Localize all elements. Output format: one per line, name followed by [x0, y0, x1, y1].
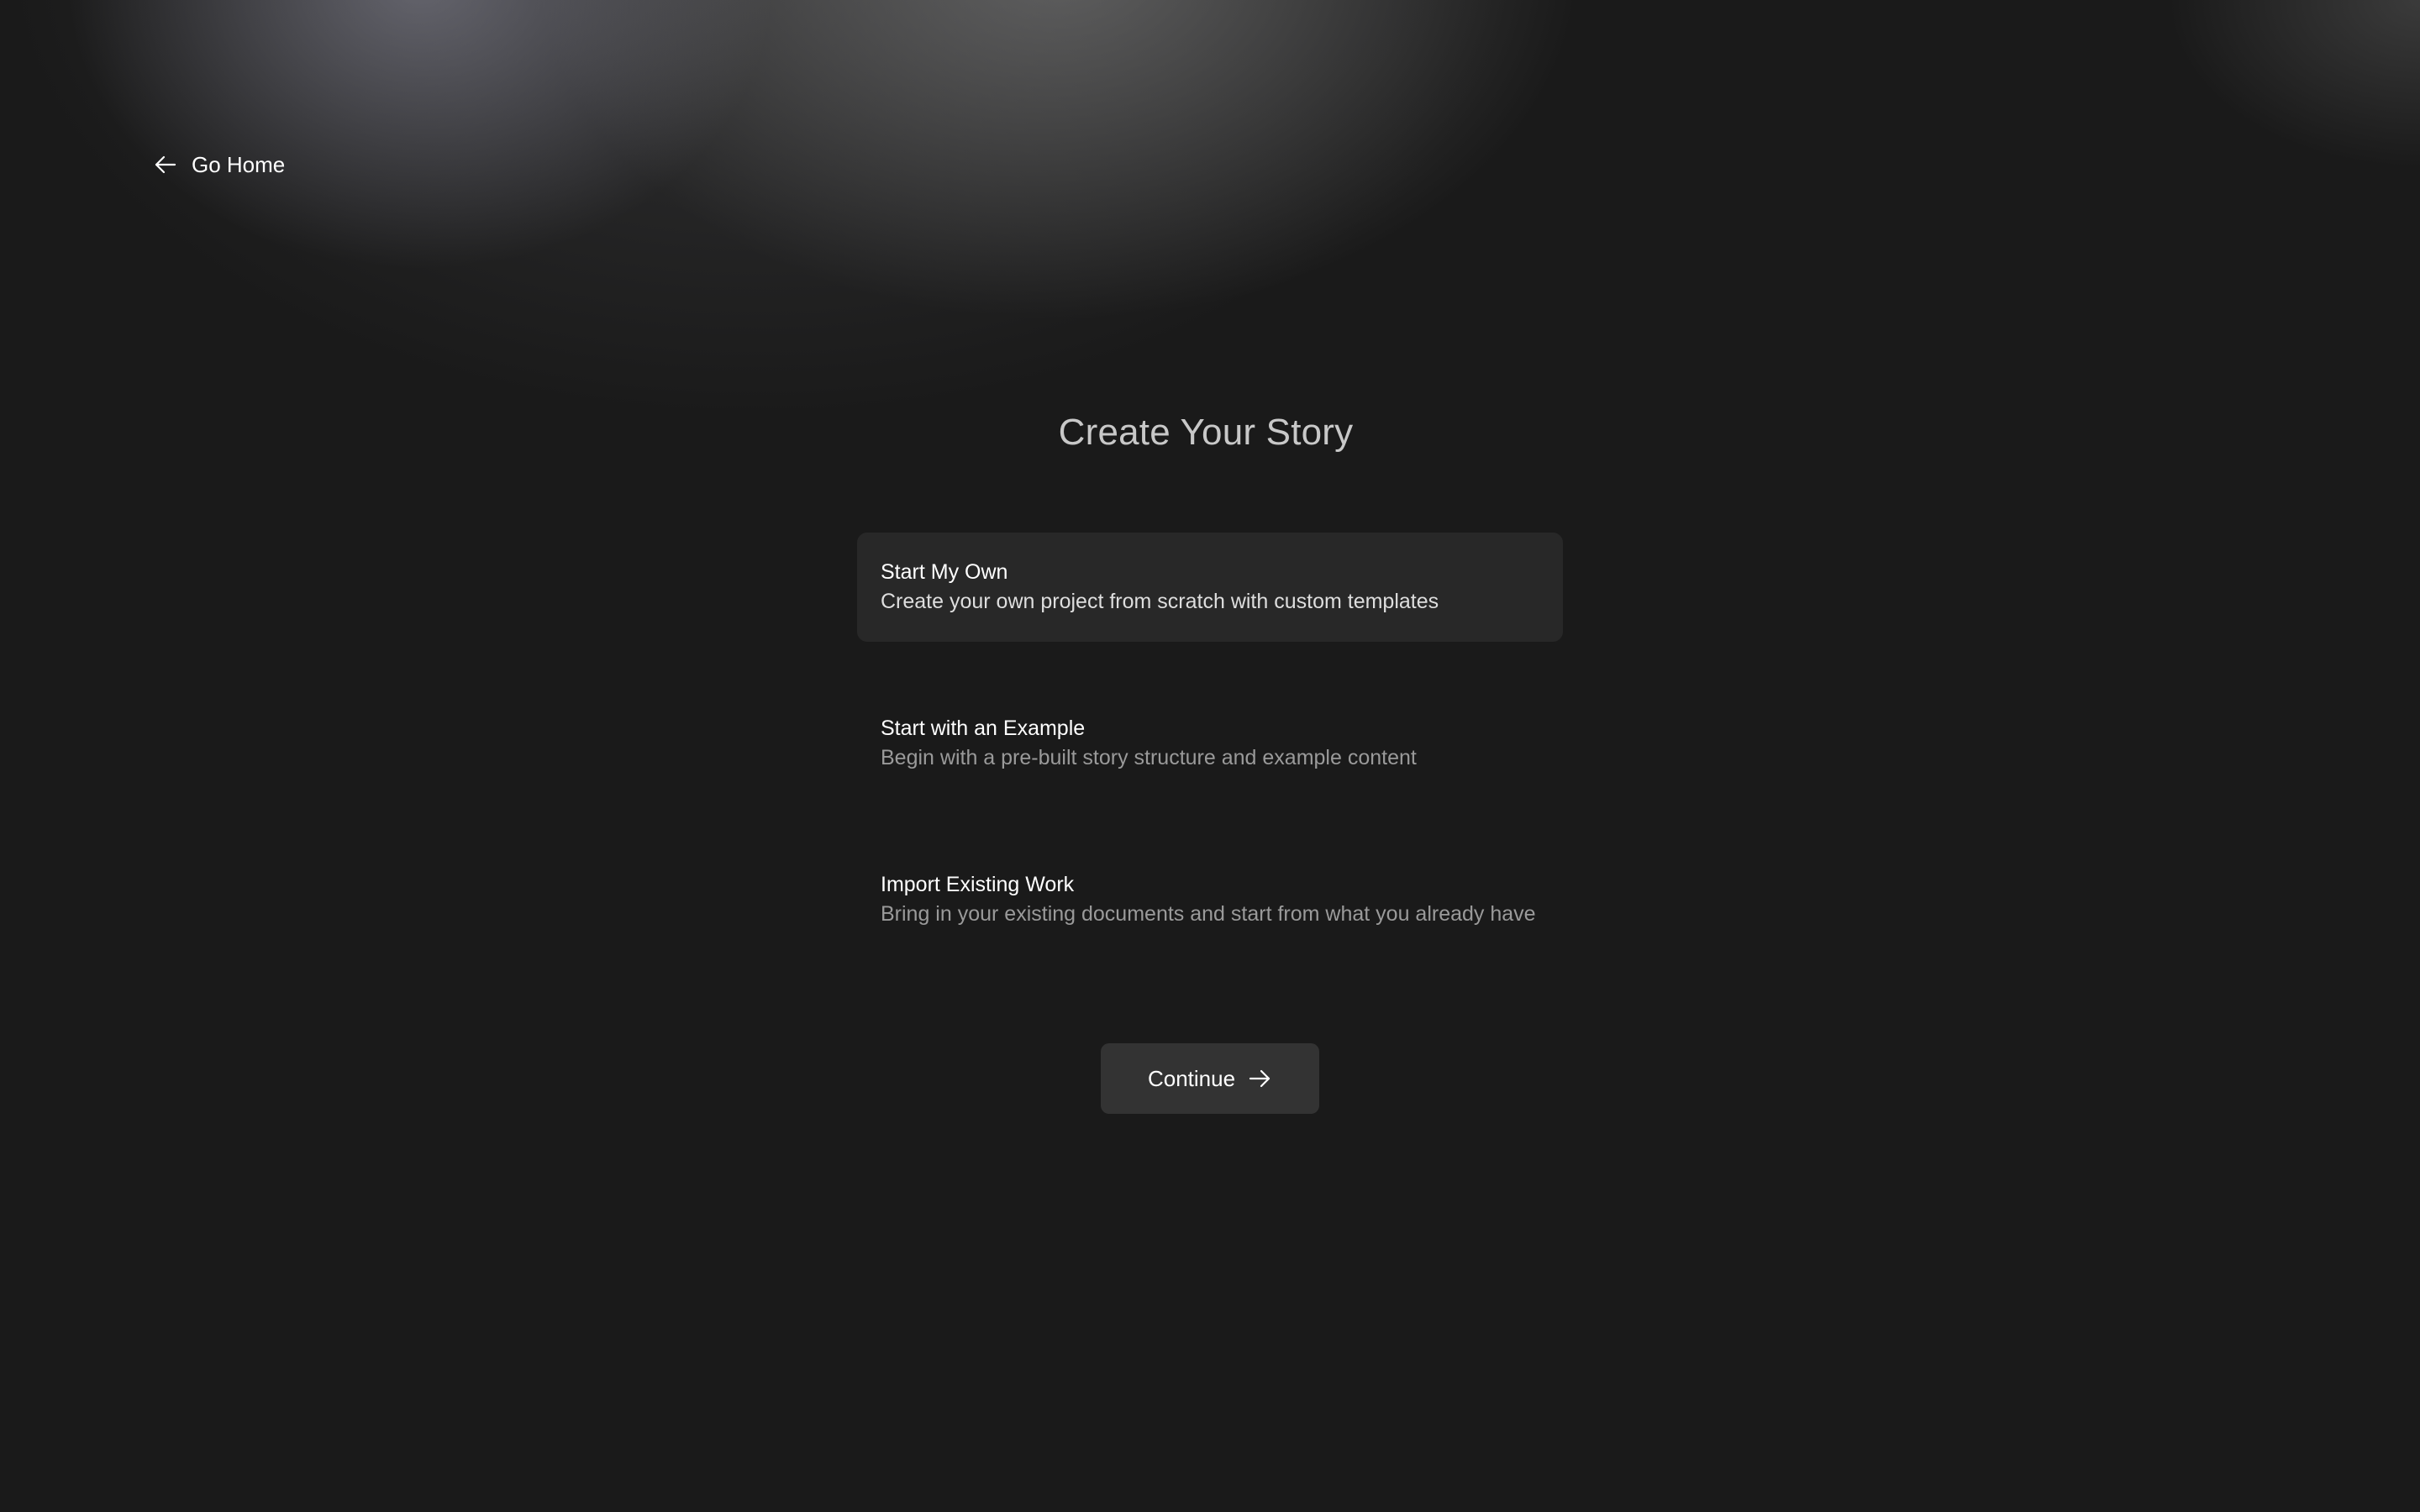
continue-label: Continue [1147, 1065, 1236, 1091]
option-description: Begin with a pre-built story structure a… [881, 746, 1417, 769]
option-title: Import Existing Work [881, 873, 1075, 896]
arrow-right-icon [1247, 1066, 1272, 1091]
option-list: Start My Own Create your own project fro… [857, 533, 1563, 1001]
option-title: Start My Own [881, 560, 1008, 584]
option-title: Start with an Example [881, 717, 1086, 740]
arrow-left-icon [153, 152, 178, 177]
go-home-link[interactable]: Go Home [153, 148, 285, 181]
option-import-existing-work[interactable]: Import Existing Work Bring in your exist… [857, 845, 1563, 954]
continue-button[interactable]: Continue [1101, 1043, 1319, 1114]
go-home-label: Go Home [192, 151, 286, 177]
page-title: Create Your Story [1058, 412, 1354, 453]
option-start-my-own[interactable]: Start My Own Create your own project fro… [857, 533, 1563, 642]
option-start-with-example[interactable]: Start with an Example Begin with a pre-b… [857, 689, 1563, 798]
option-description: Create your own project from scratch wit… [881, 590, 1439, 613]
option-description: Bring in your existing documents and sta… [881, 902, 1536, 926]
